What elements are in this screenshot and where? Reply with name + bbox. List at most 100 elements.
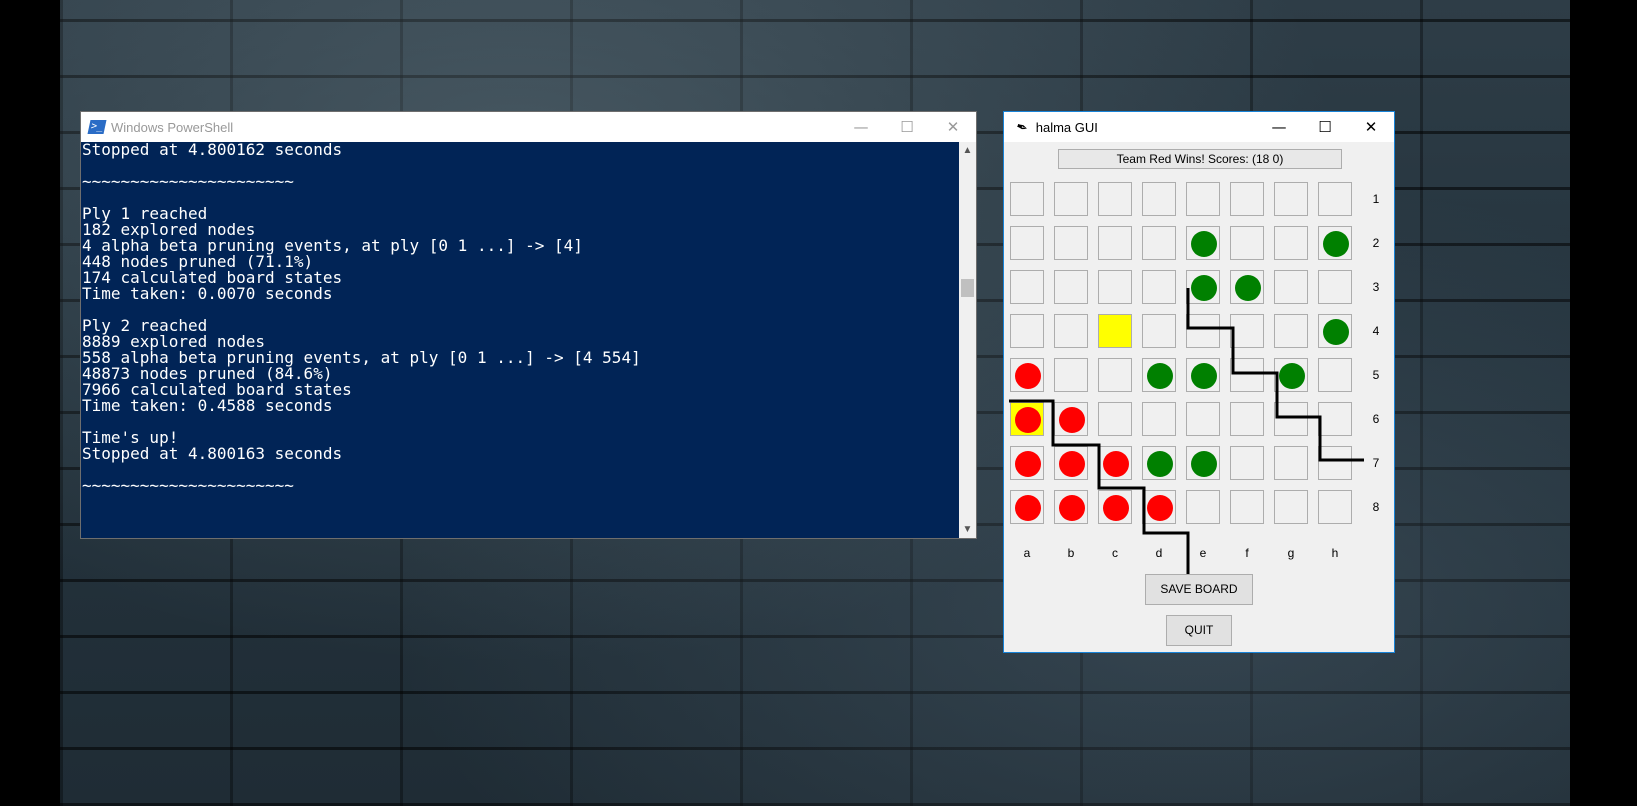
- board-cell-c7[interactable]: [1098, 446, 1132, 480]
- board-cell-e5[interactable]: [1186, 358, 1220, 392]
- board-cell-d2[interactable]: [1142, 226, 1176, 260]
- board-cell-d8[interactable]: [1142, 490, 1176, 524]
- green-piece[interactable]: [1147, 451, 1173, 477]
- board-cell-a4[interactable]: [1010, 314, 1044, 348]
- board-cell-f2[interactable]: [1230, 226, 1264, 260]
- scroll-up-icon[interactable]: ▲: [959, 142, 976, 159]
- board-cell-e7[interactable]: [1186, 446, 1220, 480]
- board-cell-b6[interactable]: [1054, 402, 1088, 436]
- board-cell-c2[interactable]: [1098, 226, 1132, 260]
- close-icon[interactable]: ✕: [1348, 112, 1394, 142]
- scroll-down-icon[interactable]: ▼: [959, 521, 976, 538]
- red-piece[interactable]: [1015, 407, 1041, 433]
- board-cell-f4[interactable]: [1230, 314, 1264, 348]
- board-cell-b4[interactable]: [1054, 314, 1088, 348]
- minimize-icon[interactable]: —: [838, 112, 884, 142]
- halma-window[interactable]: ✒ halma GUI — ☐ ✕ Team Red Wins! Scores:…: [1004, 112, 1394, 652]
- board-cell-b2[interactable]: [1054, 226, 1088, 260]
- board-cell-b7[interactable]: [1054, 446, 1088, 480]
- console-scrollbar[interactable]: ▲ ▼: [959, 142, 976, 538]
- board-cell-g2[interactable]: [1274, 226, 1308, 260]
- red-piece[interactable]: [1015, 451, 1041, 477]
- quit-button[interactable]: QUIT: [1166, 615, 1232, 646]
- board-cell-h7[interactable]: [1318, 446, 1352, 480]
- board-cell-b3[interactable]: [1054, 270, 1088, 304]
- board-cell-g1[interactable]: [1274, 182, 1308, 216]
- board-cell-g7[interactable]: [1274, 446, 1308, 480]
- board-cell-b1[interactable]: [1054, 182, 1088, 216]
- green-piece[interactable]: [1191, 275, 1217, 301]
- console-output[interactable]: Stopped at 4.800162 seconds ~~~~~~~~~~~~…: [81, 142, 959, 538]
- board-cell-c1[interactable]: [1098, 182, 1132, 216]
- board-cell-e1[interactable]: [1186, 182, 1220, 216]
- board-cell-f1[interactable]: [1230, 182, 1264, 216]
- board-cell-a8[interactable]: [1010, 490, 1044, 524]
- board-cell-h3[interactable]: [1318, 270, 1352, 304]
- minimize-icon[interactable]: —: [1256, 112, 1302, 142]
- red-piece[interactable]: [1015, 495, 1041, 521]
- board-cell-g3[interactable]: [1274, 270, 1308, 304]
- board-cell-d5[interactable]: [1142, 358, 1176, 392]
- board-cell-e2[interactable]: [1186, 226, 1220, 260]
- maximize-icon[interactable]: ☐: [884, 112, 930, 142]
- board-cell-a2[interactable]: [1010, 226, 1044, 260]
- red-piece[interactable]: [1103, 451, 1129, 477]
- board-cell-h1[interactable]: [1318, 182, 1352, 216]
- red-piece[interactable]: [1059, 451, 1085, 477]
- board-cell-h8[interactable]: [1318, 490, 1352, 524]
- green-piece[interactable]: [1147, 363, 1173, 389]
- board-cell-e4[interactable]: [1186, 314, 1220, 348]
- board-cell-d7[interactable]: [1142, 446, 1176, 480]
- green-piece[interactable]: [1323, 231, 1349, 257]
- board-cell-f5[interactable]: [1230, 358, 1264, 392]
- board-cell-a3[interactable]: [1010, 270, 1044, 304]
- green-piece[interactable]: [1235, 275, 1261, 301]
- board-cell-g6[interactable]: [1274, 402, 1308, 436]
- red-piece[interactable]: [1103, 495, 1129, 521]
- green-piece[interactable]: [1191, 451, 1217, 477]
- powershell-window[interactable]: >_ Windows PowerShell — ☐ ✕ Stopped at 4…: [81, 112, 976, 538]
- red-piece[interactable]: [1147, 495, 1173, 521]
- board-cell-a6[interactable]: [1010, 402, 1044, 436]
- board-cell-f7[interactable]: [1230, 446, 1264, 480]
- close-icon[interactable]: ✕: [930, 112, 976, 142]
- green-piece[interactable]: [1191, 363, 1217, 389]
- scroll-thumb[interactable]: [961, 279, 974, 297]
- board-cell-h5[interactable]: [1318, 358, 1352, 392]
- board-cell-g4[interactable]: [1274, 314, 1308, 348]
- board-cell-a1[interactable]: [1010, 182, 1044, 216]
- board-cell-e3[interactable]: [1186, 270, 1220, 304]
- board-cell-c8[interactable]: [1098, 490, 1132, 524]
- green-piece[interactable]: [1323, 319, 1349, 345]
- red-piece[interactable]: [1059, 495, 1085, 521]
- board-cell-a7[interactable]: [1010, 446, 1044, 480]
- halma-titlebar[interactable]: ✒ halma GUI — ☐ ✕: [1004, 112, 1394, 142]
- board-cell-d1[interactable]: [1142, 182, 1176, 216]
- board-cell-e8[interactable]: [1186, 490, 1220, 524]
- board-cell-h6[interactable]: [1318, 402, 1352, 436]
- powershell-titlebar[interactable]: >_ Windows PowerShell — ☐ ✕: [81, 112, 976, 142]
- board-cell-f3[interactable]: [1230, 270, 1264, 304]
- board-cell-a5[interactable]: [1010, 358, 1044, 392]
- green-piece[interactable]: [1279, 363, 1305, 389]
- board-cell-d6[interactable]: [1142, 402, 1176, 436]
- board-cell-g8[interactable]: [1274, 490, 1308, 524]
- board-cell-b8[interactable]: [1054, 490, 1088, 524]
- board-cell-d4[interactable]: [1142, 314, 1176, 348]
- board-cell-g5[interactable]: [1274, 358, 1308, 392]
- board-cell-b5[interactable]: [1054, 358, 1088, 392]
- board-cell-h4[interactable]: [1318, 314, 1352, 348]
- red-piece[interactable]: [1059, 407, 1085, 433]
- save-board-button[interactable]: SAVE BOARD: [1145, 574, 1253, 605]
- board-cell-d3[interactable]: [1142, 270, 1176, 304]
- board-cell-c4[interactable]: [1098, 314, 1132, 348]
- board-cell-e6[interactable]: [1186, 402, 1220, 436]
- red-piece[interactable]: [1015, 363, 1041, 389]
- board-cell-h2[interactable]: [1318, 226, 1352, 260]
- board-cell-f6[interactable]: [1230, 402, 1264, 436]
- board-cell-c3[interactable]: [1098, 270, 1132, 304]
- green-piece[interactable]: [1191, 231, 1217, 257]
- maximize-icon[interactable]: ☐: [1302, 112, 1348, 142]
- board-cell-c6[interactable]: [1098, 402, 1132, 436]
- board-cell-f8[interactable]: [1230, 490, 1264, 524]
